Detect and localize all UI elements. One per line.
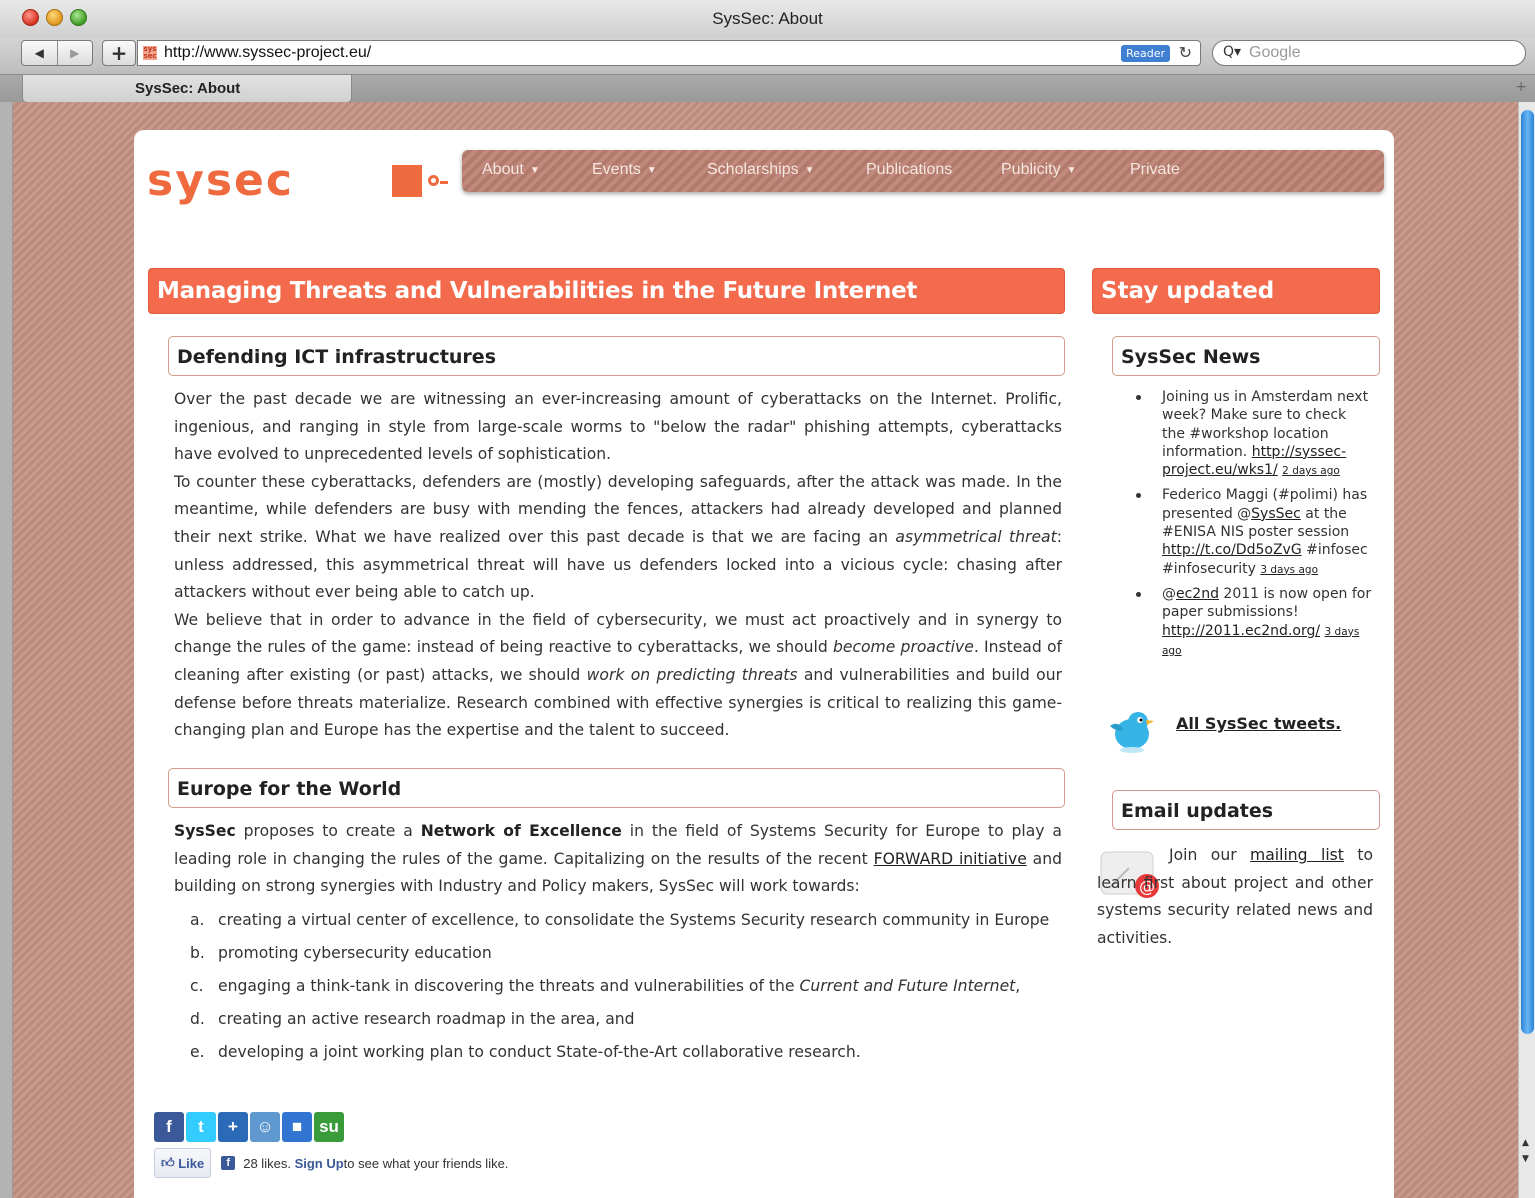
tab-syssec-about[interactable]: SysSec: About xyxy=(22,75,352,103)
tab-label: SysSec: About xyxy=(135,80,241,97)
like-button[interactable]: 👍︎ Like xyxy=(154,1148,212,1178)
new-tab-button[interactable]: + xyxy=(1515,79,1527,95)
nav-publicity[interactable]: Publicity ▼ xyxy=(1001,161,1076,179)
chevron-down-icon: ▼ xyxy=(646,165,657,176)
reddit-share-icon[interactable]: ☺ xyxy=(250,1112,280,1142)
news-link[interactable]: http://2011.ec2nd.org/ xyxy=(1162,623,1320,639)
logo-square-icon xyxy=(392,165,422,197)
news-heading: SysSec News xyxy=(1112,336,1380,376)
list-item: e. developing a joint working plan to con… xyxy=(190,1043,861,1061)
section-heading-defending: Defending ICT infrastructures xyxy=(168,336,1065,376)
sidebar-title: Stay updated xyxy=(1101,278,1275,304)
list-item: a. creating a virtual center of excellenc… xyxy=(190,911,1050,929)
scroll-up-icon[interactable]: ▲ xyxy=(1522,1138,1529,1148)
email-text: Join our mailing list to learn first abo… xyxy=(1097,846,1373,947)
tab-bar: SysSec: About + xyxy=(0,74,1535,103)
mention-link[interactable]: SysSec xyxy=(1251,506,1301,522)
nav-events[interactable]: Events ▼ xyxy=(592,161,657,179)
logo-key-icon xyxy=(428,175,448,186)
list-item: Joining us in Amsterdam next week? Make … xyxy=(1124,388,1372,480)
stumbleupon-share-icon[interactable]: su xyxy=(314,1112,344,1142)
news-link[interactable]: http://t.co/Dd5oZvG xyxy=(1162,542,1302,558)
news-heading-text: SysSec News xyxy=(1121,346,1261,368)
chevron-down-icon: ▼ xyxy=(529,165,540,176)
section-heading-text: Defending ICT infrastructures xyxy=(177,346,497,368)
list-item: b. promoting cybersecurity education xyxy=(190,944,492,962)
reader-button[interactable]: Reader xyxy=(1121,45,1170,62)
list-item: Federico Maggi (#polimi) has presented @… xyxy=(1124,486,1372,578)
url-text[interactable]: http://www.syssec-project.eu/ xyxy=(164,44,371,62)
add-bookmark-button[interactable]: + xyxy=(102,40,136,66)
sign-up-link[interactable]: Sign Up xyxy=(295,1156,344,1171)
list-item: @ec2nd 2011 is now open for paper submis… xyxy=(1124,585,1372,660)
news-time-link[interactable]: 3 days ago xyxy=(1260,564,1318,576)
scrollbar-thumb[interactable] xyxy=(1521,110,1534,1034)
page-title: Managing Threats and Vulnerabilities in … xyxy=(157,278,918,304)
logo-text: sysec xyxy=(147,155,294,206)
email-heading-text: Email updates xyxy=(1121,800,1274,822)
scroll-down-icon[interactable]: ▼ xyxy=(1522,1154,1529,1164)
chevron-down-icon: ▼ xyxy=(804,165,815,176)
section-heading-europe: Europe for the World xyxy=(168,768,1065,808)
reload-icon[interactable]: ↻ xyxy=(1179,43,1192,62)
browser-toolbar: ◀ ▶ + sys sec http://www.syssec-project.… xyxy=(0,38,1535,74)
nav-scholarships[interactable]: Scholarships ▼ xyxy=(707,161,815,179)
sidebar-edge xyxy=(0,102,13,1198)
search-placeholder: Google xyxy=(1249,44,1301,61)
paragraph-1: Over the past decade we are witnessing a… xyxy=(174,390,1062,464)
facebook-share-icon[interactable]: f xyxy=(154,1112,184,1142)
all-tweets-link[interactable]: All SysSec tweets. xyxy=(1176,714,1341,733)
news-time-link[interactable]: 2 days ago xyxy=(1282,465,1340,477)
search-field[interactable]: Q▾ Google xyxy=(1212,40,1526,66)
thumbs-up-icon: 👍︎ xyxy=(161,1155,175,1170)
paragraph-2: To counter these cyberattacks, defenders… xyxy=(174,472,1062,602)
list-item: c. engaging a think-tank in discovering t… xyxy=(190,977,1021,995)
mailing-list-link[interactable]: mailing list xyxy=(1250,846,1344,864)
page-viewport: sysec About ▼ Events ▼ Scholarships ▼ Publi… xyxy=(13,102,1518,1198)
history-buttons: ◀ ▶ xyxy=(21,40,93,66)
email-heading: Email updates xyxy=(1112,790,1380,830)
facebook-like-row: 👍︎ Like f 28 likes. Sign Up to see what … xyxy=(154,1148,508,1178)
content-card: sysec About ▼ Events ▼ Scholarships ▼ Publi… xyxy=(134,130,1394,1198)
nav-about[interactable]: About ▼ xyxy=(482,161,540,179)
forward-button[interactable]: ▶ xyxy=(56,41,93,65)
nav-private[interactable]: Private xyxy=(1130,161,1180,179)
vertical-scrollbar[interactable]: ▲ ▼ xyxy=(1518,102,1535,1198)
chevron-down-icon: ▼ xyxy=(1066,165,1077,176)
share-buttons: f t + ☺ ■ su xyxy=(154,1112,344,1144)
goals-list: a. creating a virtual center of excellenc… xyxy=(190,904,1070,1069)
search-icon[interactable]: Q▾ xyxy=(1223,44,1241,60)
mention-link[interactable]: ec2nd xyxy=(1176,586,1219,602)
section-heading-text: Europe for the World xyxy=(177,778,402,800)
defending-text: Over the past decade we are witnessing a… xyxy=(174,386,1062,745)
address-bar[interactable]: sys sec http://www.syssec-project.eu/ Re… xyxy=(137,40,1201,66)
likes-count: 28 likes. xyxy=(243,1155,291,1171)
news-list: Joining us in Amsterdam next week? Make … xyxy=(1124,388,1372,666)
europe-intro: SysSec proposes to create a Network of E… xyxy=(174,822,1062,896)
syssec-logo[interactable]: sysec xyxy=(147,156,457,206)
window-title: SysSec: About xyxy=(712,9,823,28)
list-item: d. creating an active research roadmap in… xyxy=(190,1010,635,1028)
nav-publications[interactable]: Publications xyxy=(866,161,952,179)
main-title-bar: Managing Threats and Vulnerabilities in … xyxy=(148,268,1065,314)
site-favicon-icon: sys sec xyxy=(143,45,157,60)
paragraph-3: We believe that in order to advance in t… xyxy=(174,610,1062,740)
myspace-share-icon[interactable]: + xyxy=(218,1112,248,1142)
window-titlebar: SysSec: About xyxy=(0,0,1535,38)
twitter-share-icon[interactable]: t xyxy=(186,1112,216,1142)
facebook-icon: f xyxy=(221,1156,236,1170)
delicious-share-icon[interactable]: ■ xyxy=(282,1112,312,1142)
stay-updated-bar: Stay updated xyxy=(1092,268,1380,314)
main-navigation: About ▼ Events ▼ Scholarships ▼ Publication… xyxy=(462,150,1384,192)
forward-initiative-link[interactable]: FORWARD initiative xyxy=(874,850,1027,868)
twitter-bird-icon xyxy=(1110,712,1154,753)
back-button[interactable]: ◀ xyxy=(22,41,57,65)
